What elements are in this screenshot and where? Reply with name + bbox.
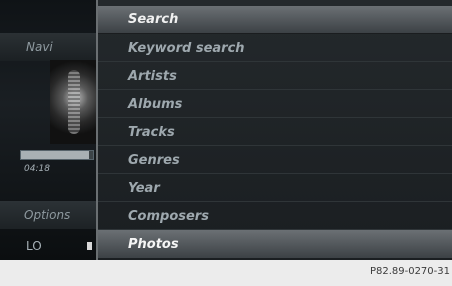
menu-item-label: Keyword search	[128, 40, 245, 56]
options-tab[interactable]: Options	[0, 201, 96, 229]
navi-tab[interactable]: Navi	[0, 33, 96, 61]
left-panel: Navi 04:18 Options LO	[0, 0, 96, 260]
menu-item-artists[interactable]: Artists	[98, 62, 452, 90]
menu-item-albums[interactable]: Albums	[98, 90, 452, 118]
menu-item-label: Tracks	[128, 124, 175, 140]
media-screen: Navi 04:18 Options LO Search Keyword sea…	[0, 0, 452, 260]
signal-icon	[87, 242, 92, 250]
lo-label: LO	[26, 239, 42, 253]
track-time: 04:18	[24, 164, 50, 174]
album-cover	[50, 60, 96, 144]
track-progress-fill	[21, 151, 90, 159]
menu-item-keyword-search[interactable]: Keyword search	[98, 34, 452, 62]
menu-item-label: Year	[128, 180, 160, 196]
menu-header: Search	[98, 6, 452, 34]
menu-item-label: Artists	[128, 68, 177, 84]
lo-indicator: LO	[0, 232, 96, 260]
menu-header-label: Search	[128, 12, 179, 27]
menu-item-label: Composers	[128, 208, 209, 224]
menu-item-photos[interactable]: Photos	[98, 230, 452, 258]
menu-item-genres[interactable]: Genres	[98, 146, 452, 174]
menu-item-label: Photos	[128, 236, 179, 252]
search-menu: Search Keyword search Artists Albums Tra…	[96, 0, 452, 260]
track-progress-bar	[20, 150, 94, 160]
menu-item-label: Genres	[128, 152, 180, 168]
menu-item-label: Albums	[128, 96, 183, 112]
menu-item-year[interactable]: Year	[98, 174, 452, 202]
image-code: P82.89-0270-31	[369, 266, 450, 277]
menu-item-composers[interactable]: Composers	[98, 202, 452, 230]
menu-item-tracks[interactable]: Tracks	[98, 118, 452, 146]
